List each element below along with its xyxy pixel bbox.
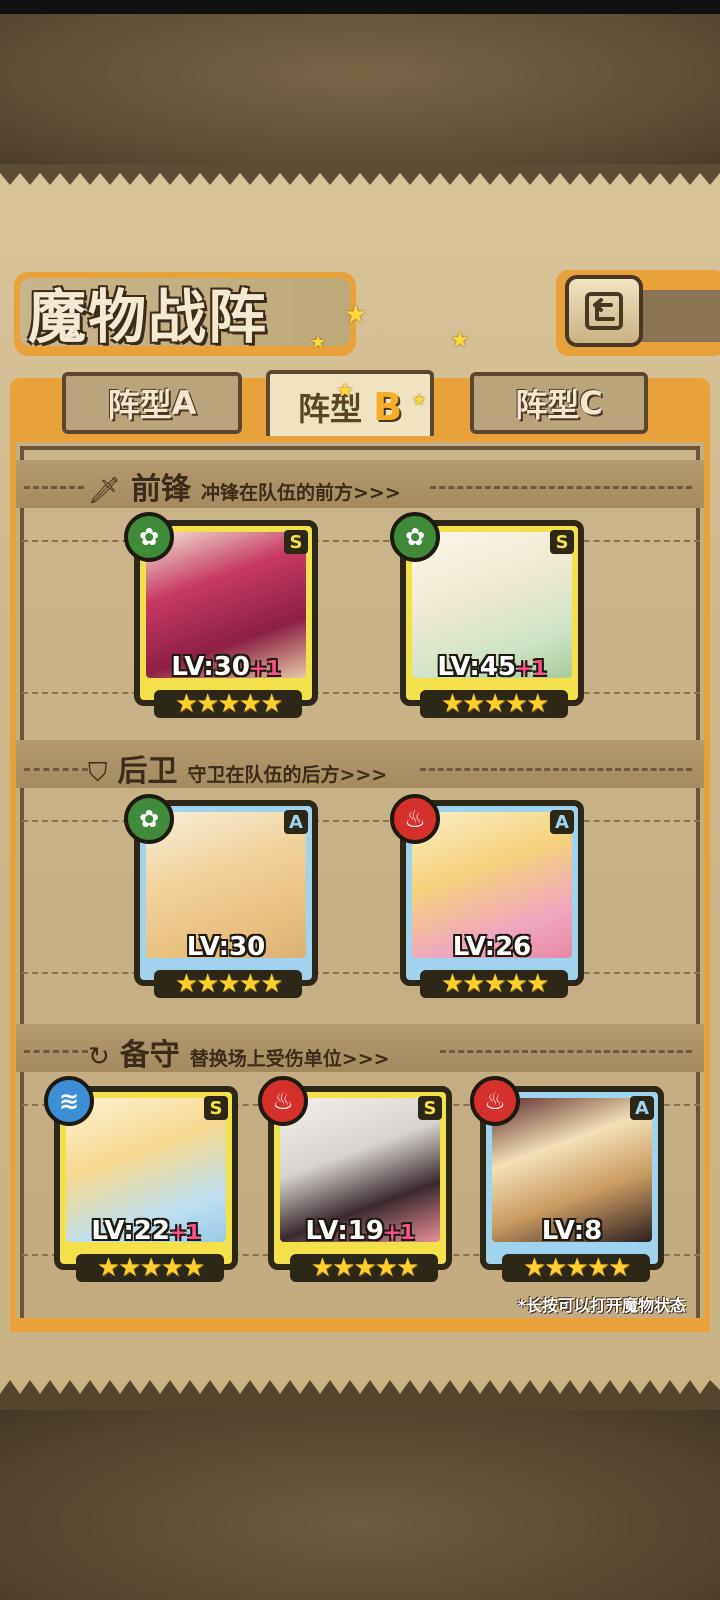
section-header-back: ⛉ 后卫 守卫在队伍的后方>>> bbox=[88, 746, 387, 790]
divider bbox=[24, 1050, 88, 1053]
grade-badge: S bbox=[550, 530, 574, 554]
shield-icon: ⛉ bbox=[88, 758, 108, 788]
leaf-element-icon: ✿ bbox=[124, 794, 174, 844]
return-arrow-icon bbox=[585, 292, 623, 330]
star-rating: ★★★★★ bbox=[290, 1253, 438, 1283]
tab-label: 阵型 bbox=[515, 386, 580, 424]
divider bbox=[24, 768, 88, 771]
stars: ★★★★★ bbox=[96, 1253, 206, 1283]
star-rating: ★★★★★ bbox=[420, 969, 568, 999]
grade-badge: S bbox=[204, 1096, 228, 1120]
level-label: LV:8 bbox=[486, 1216, 658, 1246]
tab-formation-a[interactable]: 阵型 A bbox=[62, 372, 242, 434]
divider bbox=[430, 486, 692, 489]
stars: ★★★★★ bbox=[174, 969, 284, 999]
level-value: LV:19 bbox=[305, 1216, 384, 1246]
stars: ★★★★★ bbox=[174, 689, 284, 719]
grade-badge: S bbox=[284, 530, 308, 554]
star-rating: ★★★★★ bbox=[76, 1253, 224, 1283]
level-label: LV:19+1 bbox=[274, 1216, 446, 1246]
level-label: LV:30+1 bbox=[140, 652, 312, 682]
grade-badge: A bbox=[284, 810, 308, 834]
grade-badge: S bbox=[418, 1096, 442, 1120]
level-label: LV:30 bbox=[140, 932, 312, 962]
stars: ★★★★★ bbox=[522, 1253, 632, 1283]
grade-badge: A bbox=[630, 1096, 654, 1120]
level-value: LV:26 bbox=[452, 932, 532, 962]
star-decoration-icon: ★ bbox=[336, 378, 354, 402]
level-plus: +1 bbox=[515, 656, 547, 680]
row-line bbox=[22, 692, 700, 694]
star-decoration-icon: ★ bbox=[450, 328, 470, 353]
level-value: LV:30 bbox=[186, 932, 266, 962]
level-value: LV:45 bbox=[437, 652, 516, 682]
map-background-top bbox=[0, 14, 720, 164]
level-value: LV:30 bbox=[171, 652, 250, 682]
tab-label: 阵型 bbox=[107, 386, 172, 424]
level-value: LV:22 bbox=[91, 1216, 170, 1246]
leaf-element-icon: ✿ bbox=[390, 512, 440, 562]
star-rating: ★★★★★ bbox=[154, 969, 302, 999]
tab-letter: B bbox=[373, 385, 403, 429]
zigzag-edge-bottom bbox=[0, 1380, 720, 1410]
level-label: LV:26 bbox=[406, 932, 578, 962]
fire-element-icon: ♨ bbox=[470, 1076, 520, 1126]
level-label: LV:45+1 bbox=[406, 652, 578, 682]
star-decoration-icon: ★ bbox=[310, 332, 327, 353]
section-title: 备守 bbox=[119, 1038, 180, 1073]
star-decoration-icon: ★ bbox=[412, 390, 427, 409]
tab-letter: A bbox=[171, 384, 197, 422]
fire-element-icon: ♨ bbox=[390, 794, 440, 844]
stars: ★★★★★ bbox=[440, 969, 550, 999]
star-rating: ★★★★★ bbox=[502, 1253, 650, 1283]
section-subtitle: 冲锋在队伍的前方>>> bbox=[201, 482, 401, 504]
long-press-hint: *长按可以打开魔物状态 bbox=[517, 1296, 686, 1315]
map-background-bottom bbox=[0, 1410, 720, 1600]
divider bbox=[440, 1050, 692, 1053]
divider bbox=[24, 486, 84, 489]
stars: ★★★★★ bbox=[310, 1253, 420, 1283]
star-rating: ★★★★★ bbox=[420, 689, 568, 719]
status-bar bbox=[0, 0, 720, 14]
section-subtitle: 替换场上受伤单位>>> bbox=[189, 1048, 390, 1070]
back-button[interactable] bbox=[565, 275, 643, 347]
level-plus: +1 bbox=[169, 1220, 201, 1244]
level-plus: +1 bbox=[249, 656, 281, 680]
leaf-element-icon: ✿ bbox=[124, 512, 174, 562]
grade-badge: A bbox=[550, 810, 574, 834]
sword-icon: 🗡 bbox=[88, 476, 122, 506]
section-header-reserve: ↻ 备守 替换场上受伤单位>>> bbox=[88, 1030, 390, 1074]
back-button-rail bbox=[640, 290, 720, 342]
star-decoration-icon: ★ bbox=[344, 300, 368, 330]
tab-letter: C bbox=[579, 384, 603, 422]
page-title: 魔物战阵 bbox=[28, 283, 269, 351]
level-plus: +1 bbox=[383, 1220, 415, 1244]
section-title: 前锋 bbox=[131, 472, 192, 507]
tab-formation-c[interactable]: 阵型 C bbox=[470, 372, 648, 434]
star-rating: ★★★★★ bbox=[154, 689, 302, 719]
panel-bottom-strip bbox=[16, 1318, 706, 1328]
zigzag-edge-top bbox=[0, 165, 720, 189]
stars: ★★★★★ bbox=[440, 689, 550, 719]
level-label: LV:22+1 bbox=[60, 1216, 232, 1246]
water-element-icon: ≋ bbox=[44, 1076, 94, 1126]
row-line bbox=[22, 972, 700, 974]
swap-icon: ↻ bbox=[88, 1042, 110, 1072]
level-value: LV:8 bbox=[541, 1216, 603, 1246]
fire-element-icon: ♨ bbox=[258, 1076, 308, 1126]
divider bbox=[420, 768, 692, 771]
section-subtitle: 守卫在队伍的后方>>> bbox=[187, 764, 388, 786]
section-header-front: 🗡 前锋 冲锋在队伍的前方>>> bbox=[88, 464, 401, 508]
section-title: 后卫 bbox=[117, 754, 178, 789]
